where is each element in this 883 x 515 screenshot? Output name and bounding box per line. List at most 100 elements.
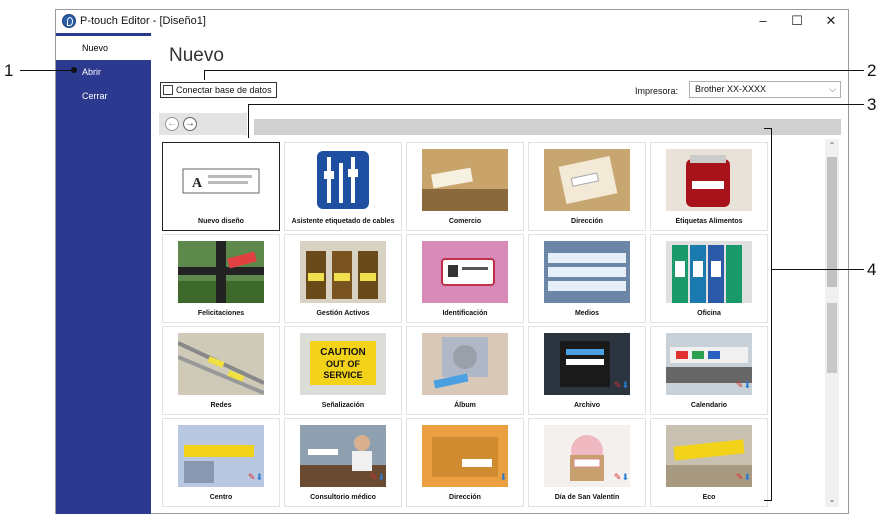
sidebar-item-nuevo[interactable]: Nuevo — [56, 36, 151, 60]
page-title: Nuevo — [169, 45, 224, 66]
album-photo — [422, 333, 508, 395]
callout-3-line — [248, 104, 864, 105]
download-badge-icon: ✎⬇ — [613, 472, 629, 482]
callout-3-tick — [248, 104, 249, 138]
tile-label: Asistente etiquetado de cables — [291, 218, 395, 225]
tile-label: Oficina — [697, 310, 721, 317]
scroll-up-icon[interactable]: ⌃ — [825, 139, 839, 153]
tile-consultorio-medico[interactable]: ✎⬇ Consultorio médico — [284, 418, 402, 507]
maximize-button[interactable]: ☐ — [780, 10, 814, 32]
app-window: P-touch Editor - [Diseño1] – ☐ ✕ Nuevo A… — [55, 9, 849, 514]
identification-photo — [422, 241, 508, 303]
tile-gestion-activos[interactable]: Gestión Activos — [284, 234, 402, 323]
sidebar-item-abrir[interactable]: Abrir — [56, 60, 151, 84]
tile-san-valentin[interactable]: ✎⬇ Día de San Valentín — [528, 418, 646, 507]
connect-database-checkbox[interactable]: Conectar base de datos — [160, 82, 277, 98]
tile-direccion[interactable]: Dirección — [528, 142, 646, 231]
tile-label: Identificación — [442, 310, 488, 317]
asset-management-photo — [300, 241, 386, 303]
tile-label: Nuevo diseño — [198, 218, 244, 225]
callout-4: 4 — [867, 260, 877, 279]
sidebar: Nuevo Abrir Cerrar — [56, 33, 151, 514]
tile-medios[interactable]: Medios — [528, 234, 646, 323]
window-title: P-touch Editor - [Diseño1] — [80, 15, 206, 27]
callout-4-line — [772, 269, 864, 270]
checkbox-box[interactable] — [163, 85, 173, 95]
callout-1-line — [20, 70, 74, 71]
tile-label: Dirección — [571, 218, 603, 225]
tile-oficina[interactable]: Oficina — [650, 234, 768, 323]
address-photo — [544, 149, 630, 211]
tile-album[interactable]: Álbum — [406, 326, 524, 415]
tile-label: Señalización — [321, 402, 365, 409]
tile-identificacion[interactable]: Identificación — [406, 234, 524, 323]
tile-label: Archivo — [573, 402, 601, 409]
title-bar: P-touch Editor - [Diseño1] – ☐ ✕ — [56, 10, 848, 33]
tile-archivo[interactable]: ✎⬇ Archivo — [528, 326, 646, 415]
sidebar-item-cerrar[interactable]: Cerrar — [56, 84, 151, 108]
tile-label: Centro — [209, 494, 233, 501]
signage-line-2: OUT OF — [326, 359, 360, 369]
address2-photo — [422, 425, 508, 487]
tile-comercio[interactable]: Comercio — [406, 142, 524, 231]
tile-label: Consultorio médico — [310, 494, 376, 501]
download-badge-icon: ✎⬇ — [613, 380, 629, 390]
chevron-down-icon: ⌵ — [829, 84, 836, 94]
greetings-photo — [178, 241, 264, 303]
food-labels-photo — [666, 149, 752, 211]
signage-line-3: SERVICE — [323, 370, 362, 380]
tile-nuevo-diseno[interactable]: A Nuevo diseño — [162, 142, 280, 231]
tile-label: Día de San Valentín — [554, 494, 620, 501]
vertical-scrollbar[interactable]: ⌃ ⌄ — [825, 139, 839, 507]
tile-label: Felicitaciones — [197, 310, 245, 317]
tile-etiquetas-alimentos[interactable]: Etiquetas Alimentos — [650, 142, 768, 231]
download-badge-icon: ✎⬇ — [247, 472, 263, 482]
callout-4-bracket-bottom — [764, 500, 772, 501]
minimize-button[interactable]: – — [746, 10, 780, 32]
tile-eco[interactable]: ✎⬇ Eco — [650, 418, 768, 507]
navigation-bar: ← → — [159, 113, 247, 135]
tile-centro[interactable]: ✎⬇ Centro — [162, 418, 280, 507]
office-photo — [666, 241, 752, 303]
cable-wizard-icon — [315, 149, 371, 211]
close-button[interactable]: ✕ — [814, 10, 848, 32]
tile-calendario[interactable]: ✎⬇ Calendario — [650, 326, 768, 415]
download-badge-icon: ✎⬇ — [369, 472, 385, 482]
download-badge-icon: ✎⬇ — [735, 380, 751, 390]
callout-1-dot — [71, 67, 77, 73]
ptouch-app-icon — [62, 14, 76, 28]
tile-label: Medios — [574, 310, 600, 317]
tile-label: Redes — [210, 402, 232, 409]
tile-cable-wizard[interactable]: Asistente etiquetado de cables — [284, 142, 402, 231]
printer-select[interactable]: Brother XX-XXXX ⌵ — [689, 81, 841, 98]
svg-text:A: A — [192, 176, 203, 191]
callout-4-bracket-top — [764, 128, 772, 129]
main-panel: Nuevo Conectar base de datos Impresora: … — [151, 33, 849, 514]
screenshot-stage: P-touch Editor - [Diseño1] – ☐ ✕ Nuevo A… — [0, 0, 883, 515]
tile-label: Calendario — [690, 402, 728, 409]
back-arrow-icon[interactable]: ← — [165, 117, 179, 131]
tile-label: Álbum — [454, 402, 476, 409]
callout-3: 3 — [867, 95, 877, 114]
tile-senalizacion[interactable]: CAUTION OUT OF SERVICE Señalización — [284, 326, 402, 415]
tile-direccion-2[interactable]: ⬇ Dirección — [406, 418, 524, 507]
scrollbar-thumb[interactable] — [827, 157, 837, 287]
download-badge-icon: ✎⬇ — [735, 472, 751, 482]
commerce-photo — [422, 149, 508, 211]
signage-photo: CAUTION OUT OF SERVICE — [300, 333, 386, 395]
callout-1: 1 — [4, 61, 14, 80]
new-layout-icon: A — [178, 149, 264, 211]
scrollbar-track-segment — [827, 303, 837, 373]
tile-label: Gestión Activos — [316, 310, 370, 317]
printer-select-value: Brother XX-XXXX — [695, 84, 767, 94]
scroll-down-icon[interactable]: ⌄ — [825, 493, 839, 507]
tile-redes[interactable]: Redes — [162, 326, 280, 415]
callout-4-bracket — [771, 128, 772, 501]
forward-arrow-icon[interactable]: → — [183, 117, 197, 131]
tile-felicitaciones[interactable]: Felicitaciones — [162, 234, 280, 323]
connect-database-label: Conectar base de datos — [176, 85, 272, 95]
template-grid: A Nuevo diseño Asistente etiquetado de c… — [159, 139, 823, 507]
download-badge-icon: ⬇ — [499, 472, 507, 482]
callout-2: 2 — [867, 61, 877, 80]
callout-2-tick — [204, 70, 205, 80]
